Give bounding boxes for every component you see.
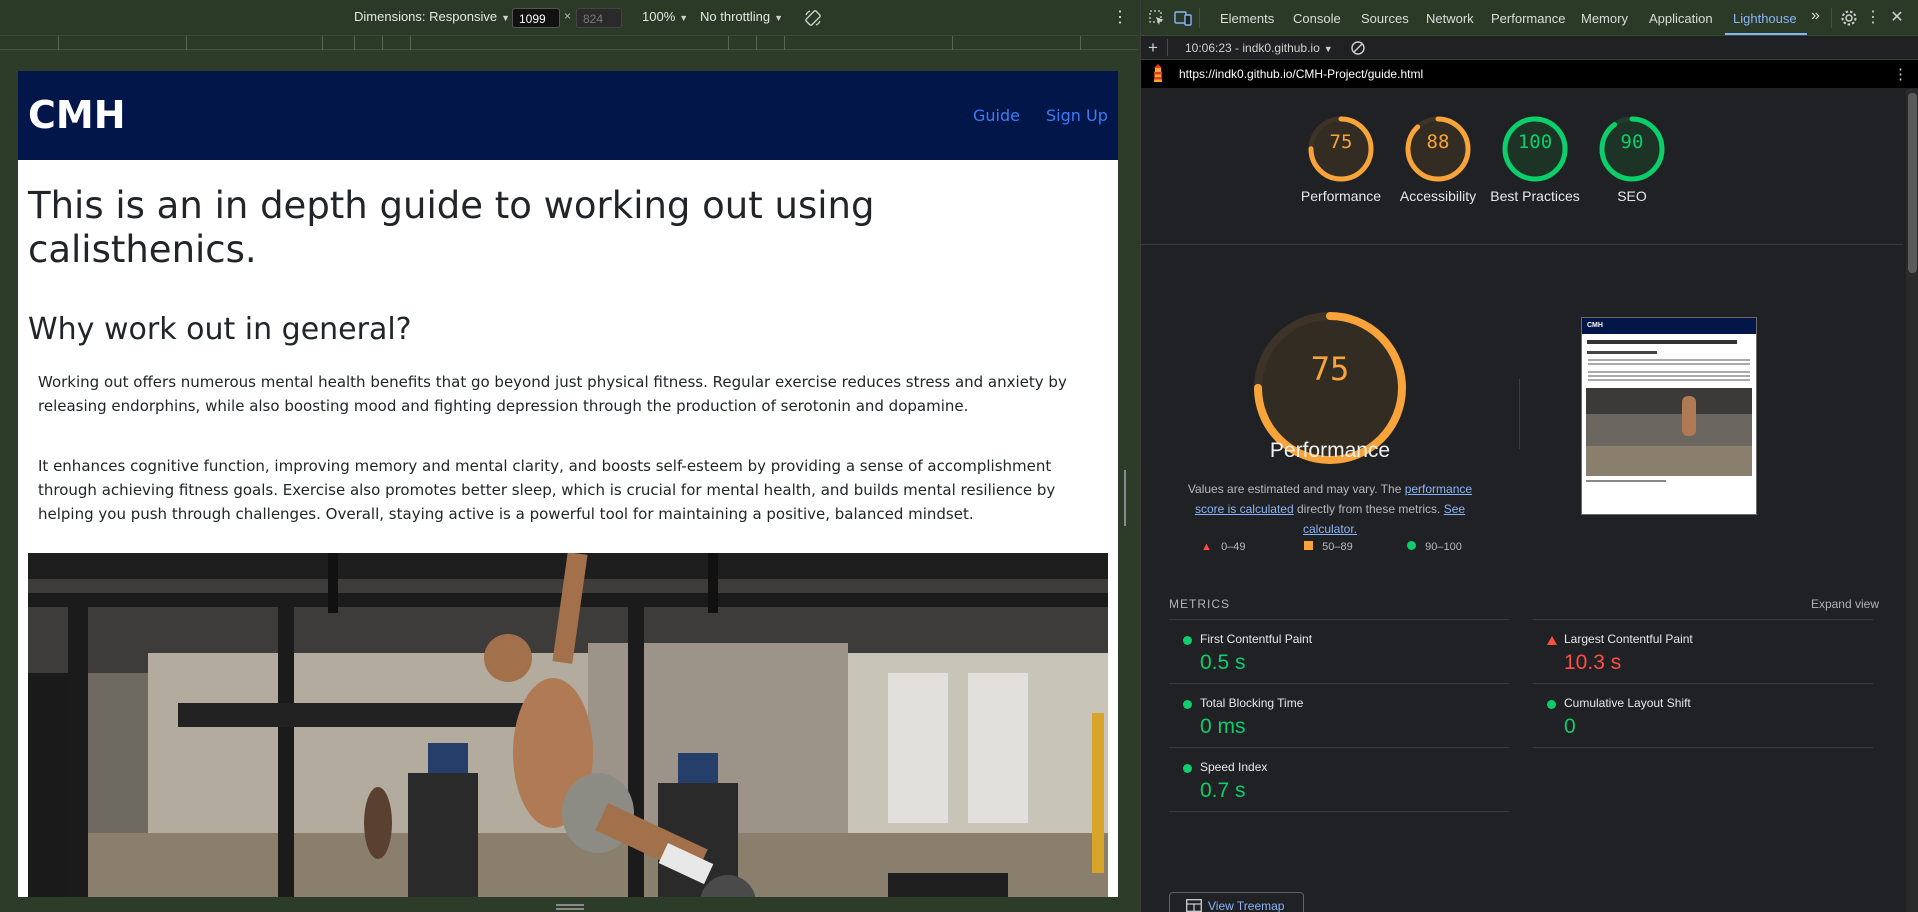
report-scrollbar[interactable] <box>1906 89 1918 912</box>
metric-cumulative-layout-shift: Cumulative Layout Shift 0 <box>1533 683 1873 747</box>
lighthouse-url-bar: https://indk0.github.io/CMH-Project/guid… <box>1141 60 1918 88</box>
performance-heading: Performance <box>1269 439 1391 462</box>
metric-speed-index: Speed Index 0.7 s <box>1169 747 1509 811</box>
clear-all-icon[interactable] <box>1350 40 1366 56</box>
metric-first-contentful-paint: First Contentful Paint 0.5 s <box>1169 619 1509 683</box>
report-selector[interactable]: 10:06:23 - indk0.github.io ▼ <box>1185 41 1333 55</box>
legend-fail: ▲ 0–49 <box>1201 541 1246 553</box>
more-options-icon[interactable]: ⋮ <box>1112 7 1128 27</box>
tab-performance[interactable]: Performance <box>1491 11 1565 26</box>
metrics-header: METRICS Expand view <box>1169 597 1879 611</box>
view-treemap-button[interactable]: View Treemap <box>1169 892 1304 912</box>
settings-gear-icon[interactable] <box>1839 8 1859 28</box>
lighthouse-toolbar: + 10:06:23 - indk0.github.io ▼ <box>1141 36 1918 60</box>
pass-circle-icon <box>1547 700 1556 709</box>
metric-value: 0 ms <box>1200 715 1246 738</box>
gauge-score: 100 <box>1517 131 1553 153</box>
tab-sources[interactable]: Sources <box>1361 11 1409 26</box>
section-heading: Why work out in general? <box>28 311 412 347</box>
metric-total-blocking-time: Total Blocking Time 0 ms <box>1169 683 1509 747</box>
lighthouse-logo-icon <box>1154 64 1162 82</box>
height-input[interactable]: 824 <box>576 8 622 28</box>
treemap-icon <box>1186 899 1202 912</box>
more-tabs-icon[interactable]: » <box>1811 7 1820 25</box>
tab-console[interactable]: Console <box>1293 11 1341 26</box>
gauge-label: Best Practices <box>1490 188 1580 204</box>
circle-icon <box>1407 541 1416 550</box>
metric-value: 10.3 s <box>1564 651 1622 674</box>
device-pane: Dimensions: Responsive ▼ 1099 × 824 100% ▼… <box>0 0 1138 912</box>
tab-memory[interactable]: Memory <box>1581 11 1628 26</box>
site-content: This is an in depth guide to working out… <box>18 184 1118 897</box>
metric-largest-contentful-paint: Largest Contentful Paint 10.3 s <box>1533 619 1873 683</box>
report-menu-icon[interactable]: ⋮ <box>1893 65 1908 83</box>
pass-circle-icon <box>1183 700 1192 709</box>
tab-lighthouse[interactable]: Lighthouse <box>1733 11 1797 26</box>
metric-value: 0 <box>1564 715 1576 738</box>
legend-average: 50–89 <box>1304 541 1353 553</box>
zoom-dropdown[interactable]: 100% ▼ <box>642 9 688 24</box>
gauge-score: 75 <box>1329 131 1353 153</box>
gauge-score: 90 <box>1620 131 1644 153</box>
gym-photo <box>28 552 1108 897</box>
width-input[interactable]: 1099 <box>512 8 560 28</box>
caret-down-icon: ▼ <box>774 13 784 23</box>
device-toolbar-icon[interactable] <box>1173 8 1193 28</box>
close-icon[interactable]: ✕ <box>1887 8 1907 28</box>
customize-menu-icon[interactable]: ⋮ <box>1863 8 1883 28</box>
audited-url[interactable]: https://indk0.github.io/CMH-Project/guid… <box>1179 67 1423 81</box>
metric-value: 0.7 s <box>1200 779 1246 802</box>
expand-view-button[interactable]: Expand view <box>1811 597 1879 611</box>
resize-handle-horizontal[interactable] <box>556 904 584 910</box>
times-sign: × <box>564 9 572 23</box>
dimensions-dropdown[interactable]: Dimensions: Responsive ▼ <box>354 9 510 24</box>
paragraph: Working out offers numerous mental healt… <box>38 372 1067 415</box>
tab-network[interactable]: Network <box>1426 11 1474 26</box>
caret-down-icon: ▼ <box>679 13 689 23</box>
metric-value: 0.5 s <box>1200 651 1246 674</box>
gauge-label: Performance <box>1300 188 1382 204</box>
caret-down-icon: ▼ <box>501 13 510 23</box>
active-tab-indicator <box>1725 33 1807 35</box>
throttling-dropdown[interactable]: No throttling ▼ <box>700 9 783 24</box>
lighthouse-report: 75 Performance 88 Accessibility 100 Best Prac… <box>1141 89 1903 912</box>
emulated-viewport: CMH Guide Sign Up This is an in depth gu… <box>18 71 1118 897</box>
performance-score: 75 <box>1310 350 1350 388</box>
nav-link-guide[interactable]: Guide <box>973 106 1020 125</box>
tab-elements[interactable]: Elements <box>1220 11 1274 26</box>
nav-link-sign-up[interactable]: Sign Up <box>1046 106 1108 125</box>
triangle-icon: ▲ <box>1201 541 1212 553</box>
device-toolbar: Dimensions: Responsive ▼ 1099 × 824 100% ▼… <box>0 0 1138 36</box>
tab-application[interactable]: Application <box>1649 11 1713 26</box>
resize-handle-vertical[interactable] <box>1124 470 1130 526</box>
pass-circle-icon <box>1183 764 1192 773</box>
gauge-label: SEO <box>1617 188 1647 204</box>
site-brand[interactable]: CMH <box>28 93 126 137</box>
media-query-ruler <box>0 36 1138 50</box>
page-screenshot-thumbnail[interactable]: CMH <box>1581 317 1757 515</box>
gauge-score: 88 <box>1426 131 1450 153</box>
scrollbar-thumb[interactable] <box>1908 93 1917 273</box>
square-icon <box>1304 541 1313 550</box>
devtools-panel: Elements Console Sources Network Perform… <box>1140 0 1918 912</box>
devtools-tabbar: Elements Console Sources Network Perform… <box>1141 0 1918 36</box>
inspect-element-icon[interactable] <box>1147 8 1167 28</box>
pass-circle-icon <box>1183 636 1192 645</box>
caret-down-icon: ▼ <box>1323 44 1333 54</box>
gauge-label: Accessibility <box>1399 188 1477 204</box>
fail-triangle-icon <box>1547 636 1557 645</box>
site-navbar: CMH Guide Sign Up <box>18 71 1118 160</box>
page-title: This is an in depth guide to working out… <box>28 184 875 272</box>
paragraph: It enhances cognitive function, improvin… <box>38 456 1056 523</box>
performance-description: Values are estimated and may vary. The p… <box>1187 482 1473 536</box>
legend-pass: 90–100 <box>1407 541 1462 553</box>
add-report-icon[interactable]: + <box>1148 38 1158 58</box>
rotate-icon[interactable] <box>804 9 822 27</box>
